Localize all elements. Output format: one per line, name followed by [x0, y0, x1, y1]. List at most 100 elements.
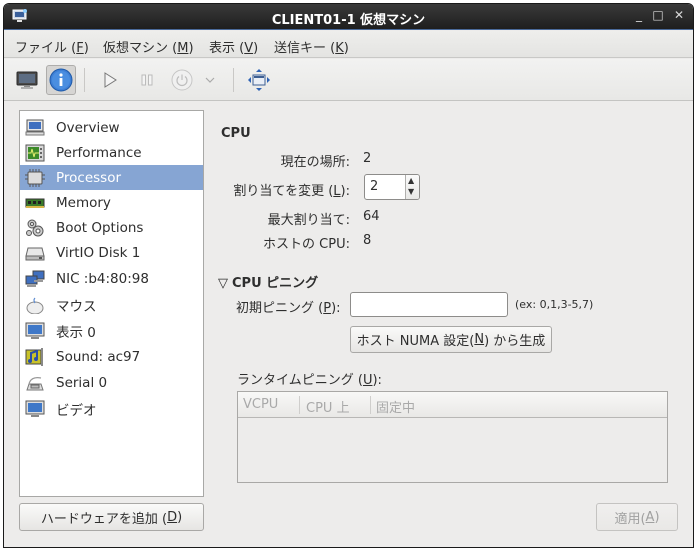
- initial-pinning-label: 初期ピニング (P):: [236, 297, 341, 316]
- sidebar-item-label: VirtIO Disk 1: [56, 244, 141, 261]
- cpu-section-title: CPU: [221, 126, 251, 141]
- menu-vm-mnemonic: M: [177, 41, 189, 56]
- menu-file-mnemonic: F: [76, 41, 84, 56]
- sidebar-item-label: Performance: [56, 144, 142, 161]
- spinner-buttons: ▲ ▼: [405, 175, 419, 199]
- runtime-pinning-suffix: ):: [372, 373, 382, 388]
- performance-monitor-icon: [25, 144, 45, 161]
- shutdown-button[interactable]: [167, 65, 197, 95]
- run-button[interactable]: [95, 65, 125, 95]
- minimize-button[interactable]: _: [631, 8, 647, 22]
- column-header-pinning[interactable]: 固定中: [376, 397, 415, 416]
- expander-triangle-icon: ▽: [218, 276, 228, 291]
- sidebar-item-overview[interactable]: Overview: [20, 115, 203, 140]
- runtime-pinning-table[interactable]: VCPU CPU 上 固定中: [237, 391, 668, 483]
- video-icon: [25, 400, 45, 417]
- toolbar: [4, 59, 693, 101]
- display-icon: [25, 322, 45, 339]
- sound-card-icon: [25, 347, 43, 366]
- menu-file-label: ファイル (: [15, 41, 77, 56]
- generate-from-numa-button[interactable]: ホスト NUMA 設定(N) から生成: [350, 326, 552, 353]
- close-button[interactable]: ✕: [671, 8, 687, 22]
- sidebar-item-label: Overview: [56, 119, 120, 136]
- apply-mnemonic: A: [645, 509, 655, 525]
- column-header-on-cpu[interactable]: CPU 上: [306, 397, 350, 416]
- sidebar-item-performance[interactable]: Performance: [20, 140, 203, 165]
- current-allocation-label: 現在の場所:: [280, 155, 350, 170]
- window-title: CLIENT01-1 仮想マシン: [271, 13, 426, 28]
- add-hardware-label: ハードウェアを追加 (: [40, 511, 168, 527]
- initial-pinning-text: 初期ピニング (: [236, 301, 324, 316]
- cpu-allocation-spinner[interactable]: 2 ▲ ▼: [364, 174, 420, 200]
- menu-file[interactable]: ファイル (F): [15, 37, 89, 56]
- menu-file-suffix: ): [83, 41, 89, 56]
- vm-details-window: CLIENT01-1 仮想マシン _ □ ✕ ファイル (F) 仮想マシン (M…: [3, 3, 694, 548]
- change-allocation-label: 割り当てを変更 (L):: [204, 180, 350, 199]
- initial-pinning-suffix: ):: [331, 301, 341, 316]
- runtime-pinning-label: ランタイムピニング (U):: [237, 369, 382, 388]
- sidebar-item-label: 表示 0: [56, 324, 96, 341]
- generate-mnemonic: N: [474, 332, 485, 347]
- sidebar-item-video[interactable]: ビデオ: [20, 396, 203, 421]
- change-allocation-suffix: ):: [340, 184, 350, 199]
- sidebar-item-sound[interactable]: Sound: ac97: [20, 344, 203, 369]
- sidebar-item-label: Processor: [56, 169, 122, 186]
- sidebar-item-label: ビデオ: [56, 402, 97, 419]
- details-button[interactable]: [46, 65, 76, 95]
- gears-icon: [26, 219, 44, 236]
- monitor-icon: [16, 71, 38, 89]
- menu-vm-label: 仮想マシン (: [103, 41, 178, 56]
- spin-down-icon[interactable]: ▼: [408, 187, 414, 196]
- power-icon: [171, 69, 193, 91]
- mouse-icon: [26, 297, 44, 314]
- sidebar-item-nic[interactable]: NIC :b4:80:98: [20, 266, 203, 291]
- cpu-pinning-expander[interactable]: ▽ CPU ピニング: [218, 272, 318, 291]
- shutdown-menu-button[interactable]: [200, 65, 220, 95]
- resize-arrows-icon: [248, 69, 270, 91]
- pause-button[interactable]: [132, 65, 162, 95]
- sidebar-item-serial[interactable]: Serial 0: [20, 370, 203, 395]
- menu-virtual-machine[interactable]: 仮想マシン (M): [103, 37, 194, 56]
- menu-send-key[interactable]: 送信キー (K): [274, 37, 349, 56]
- console-button[interactable]: [12, 65, 42, 95]
- sidebar-item-virtio-disk[interactable]: VirtIO Disk 1: [20, 240, 203, 265]
- info-icon: [49, 68, 73, 92]
- menu-sendkey-suffix: ): [343, 41, 349, 56]
- pinning-hint: (ex: 0,1,3-5,7): [515, 298, 594, 311]
- cpu-allocation-value[interactable]: 2: [370, 179, 378, 194]
- table-header: VCPU CPU 上 固定中: [238, 392, 667, 418]
- pause-icon: [141, 74, 153, 86]
- sidebar-item-label: Memory: [56, 194, 111, 211]
- generate-label: ホスト NUMA 設定(: [356, 334, 475, 349]
- menu-view-mnemonic: V: [244, 41, 254, 56]
- sidebar-item-display[interactable]: 表示 0: [20, 318, 203, 343]
- memory-module-icon: [25, 198, 45, 208]
- cpu-pinning-title: CPU ピニング: [232, 276, 319, 291]
- menu-view-suffix: ): [253, 41, 259, 56]
- sidebar-item-mouse[interactable]: マウス: [20, 292, 203, 317]
- menu-view[interactable]: 表示 (V): [209, 37, 258, 56]
- spin-up-icon[interactable]: ▲: [408, 176, 414, 185]
- change-allocation-mnemonic: L: [333, 184, 341, 199]
- sidebar-item-label: NIC :b4:80:98: [56, 270, 149, 287]
- generate-suffix: ) から生成: [484, 334, 546, 349]
- network-icon: [25, 270, 45, 287]
- add-hardware-button[interactable]: ハードウェアを追加 (D): [19, 503, 204, 531]
- maximize-button[interactable]: □: [650, 8, 666, 22]
- menu-vm-suffix: ): [188, 41, 194, 56]
- column-separator: [370, 396, 371, 414]
- menu-sendkey-label: 送信キー (: [274, 41, 336, 56]
- sidebar-item-processor[interactable]: Processor: [20, 165, 203, 190]
- current-allocation-value: 2: [363, 151, 372, 166]
- sidebar-item-memory[interactable]: Memory: [20, 190, 203, 215]
- column-header-vcpu[interactable]: VCPU: [243, 397, 278, 412]
- computer-icon: [25, 119, 45, 135]
- initial-pinning-input[interactable]: [350, 292, 508, 317]
- apply-button[interactable]: 適用(A): [596, 503, 678, 531]
- sidebar-item-boot-options[interactable]: Boot Options: [20, 215, 203, 240]
- play-icon: [104, 72, 117, 88]
- fullscreen-button[interactable]: [244, 65, 274, 95]
- title-bar[interactable]: CLIENT01-1 仮想マシン _ □ ✕: [4, 4, 693, 30]
- hard-disk-icon: [25, 247, 45, 260]
- toolbar-separator: [233, 68, 234, 92]
